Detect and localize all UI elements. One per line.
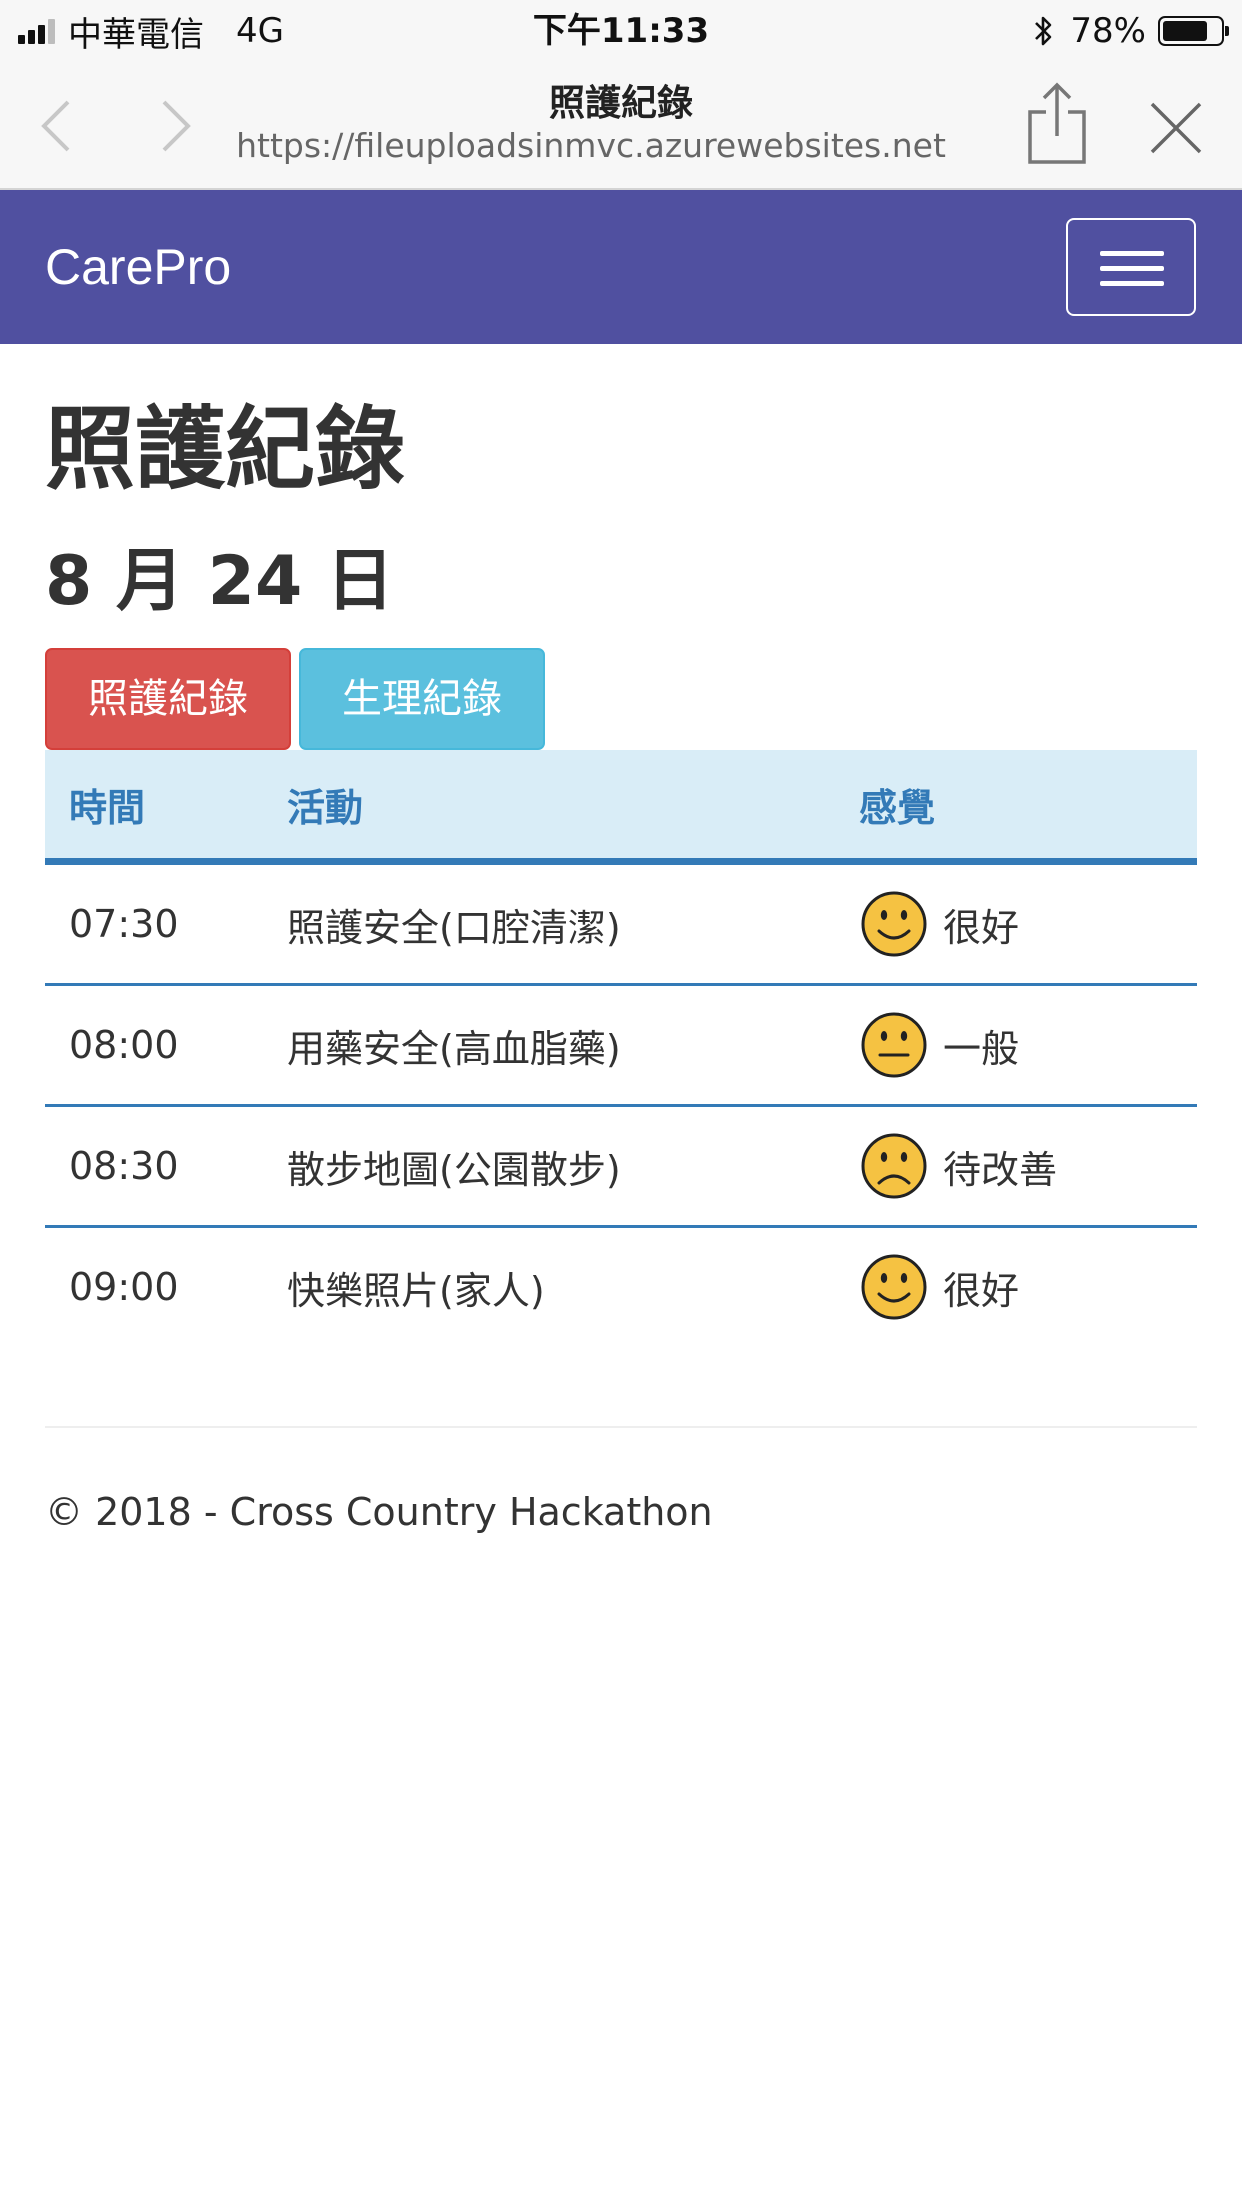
table-row: 08:30 散步地圖(公園散步) 待改善: [45, 1105, 1197, 1228]
row-feeling: 很好: [835, 861, 1197, 986]
footer-divider: [45, 1426, 1197, 1428]
page-title: 照護紀錄: [45, 397, 405, 502]
feeling-label: 一般: [943, 1026, 1020, 1071]
smile-face-icon: [861, 891, 927, 957]
status-bar: 中華電信 4G 下午11:33 78%: [0, 0, 1242, 62]
hamburger-line: [1100, 281, 1164, 286]
back-arrow-icon[interactable]: [36, 96, 76, 156]
header-feeling: 感覺: [835, 750, 1197, 865]
battery-level: [1163, 21, 1207, 41]
row-activity: 散步地圖(公園散步): [263, 1105, 835, 1228]
forward-arrow-icon[interactable]: [156, 96, 196, 156]
physiology-record-button[interactable]: 生理紀錄: [299, 648, 545, 750]
row-time: 08:30: [45, 1105, 263, 1228]
row-feeling: 一般: [835, 984, 1197, 1107]
url-display[interactable]: https://fileuploadsinmvc.azurewebsites.n…: [200, 126, 982, 165]
bluetooth-icon: [1035, 16, 1052, 46]
close-icon[interactable]: [1148, 100, 1204, 156]
record-tabs: 照護紀錄 生理紀錄: [45, 648, 1197, 750]
row-feeling: 很好: [835, 1227, 1197, 1347]
row-activity: 用藥安全(高血脂藥): [263, 984, 835, 1107]
table-row: 08:00 用藥安全(高血脂藥) 一般: [45, 984, 1197, 1107]
app-navbar: CarePro: [0, 190, 1242, 344]
hamburger-line: [1100, 266, 1164, 271]
browser-page-title: 照護紀錄: [548, 83, 693, 124]
table-header-row: 時間 活動 感覺: [45, 750, 1197, 865]
footer-copyright: © 2018 - Cross Country Hackathon: [45, 1490, 713, 1534]
table-row: 09:00 快樂照片(家人) 很好: [45, 1227, 1197, 1347]
smile-face-icon: [861, 1254, 927, 1320]
main-content: 照護紀錄 8 月 24 日 照護紀錄 生理紀錄 時間 活動 感覺 07:30 照護…: [45, 344, 1197, 1534]
feeling-label: 待改善: [943, 1147, 1058, 1192]
menu-toggle-button[interactable]: [1066, 218, 1196, 316]
row-activity: 照護安全(口腔清潔): [263, 861, 835, 986]
feeling-label: 很好: [943, 1268, 1020, 1313]
care-record-button[interactable]: 照護紀錄: [45, 648, 291, 750]
status-right: 78%: [1032, 8, 1229, 54]
row-time: 09:00: [69, 1265, 179, 1309]
row-time: 07:30: [45, 861, 263, 986]
header-activity: 活動: [263, 750, 835, 865]
table-row: 07:30 照護安全(口腔清潔) 很好: [45, 861, 1197, 986]
sad-face-icon: [861, 1133, 927, 1199]
hamburger-line: [1100, 251, 1164, 256]
neutral-face-icon: [861, 1012, 927, 1078]
care-records-table: 時間 活動 感覺 07:30 照護安全(口腔清潔) 很好 08:00 用藥安全(…: [45, 750, 1197, 1346]
battery-percent: 78%: [1070, 11, 1146, 51]
header-time: 時間: [45, 750, 263, 865]
brand-link[interactable]: CarePro: [45, 190, 231, 344]
row-feeling: 待改善: [835, 1105, 1197, 1228]
browser-toolbar: 照護紀錄 https://fileuploadsinmvc.azurewebsi…: [0, 62, 1242, 190]
date-heading: 8 月 24 日: [45, 542, 394, 621]
battery-icon: [1158, 16, 1229, 46]
row-time: 08:00: [45, 984, 263, 1107]
share-icon[interactable]: [1024, 80, 1090, 166]
feeling-label: 很好: [943, 905, 1020, 950]
row-activity: 快樂照片(家人): [287, 1268, 545, 1313]
